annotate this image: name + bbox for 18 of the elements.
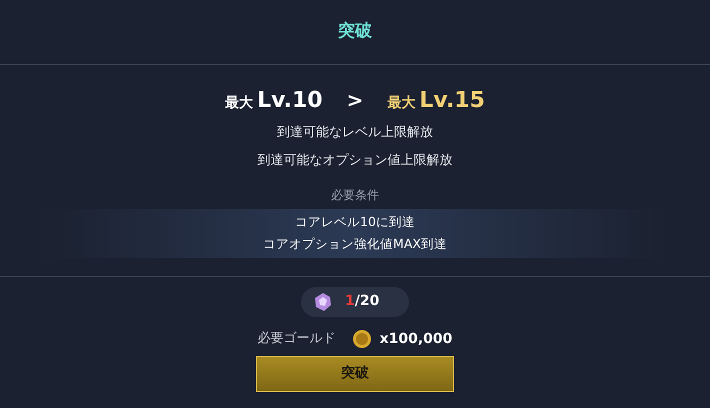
- requirements-heading: 必要条件: [331, 187, 379, 204]
- crystal-icon: [313, 292, 333, 312]
- breakthrough-button[interactable]: 突破: [256, 356, 454, 392]
- max-label: 最大: [387, 94, 416, 112]
- requirement-text: コアレベル10に到達: [295, 213, 415, 231]
- owned-count: 1: [345, 292, 355, 311]
- next-level: Lv.15: [419, 86, 485, 114]
- dialog-title: 突破: [338, 20, 372, 44]
- current-level: Lv.10: [257, 86, 323, 114]
- cost-label: 必要ゴールド: [258, 330, 336, 348]
- requirement-text: コアオプション強化値MAX到達: [263, 234, 447, 253]
- max-label: 最大: [225, 94, 254, 112]
- effect-text: 到達可能なオプション値上限解放: [258, 152, 452, 170]
- cost-amount: x100,000: [380, 330, 452, 348]
- arrow-sign: >: [346, 87, 364, 114]
- coin-icon: [352, 329, 372, 349]
- effect-text: 到達可能なレベル上限解放: [277, 124, 433, 142]
- required-count: /20: [354, 292, 380, 311]
